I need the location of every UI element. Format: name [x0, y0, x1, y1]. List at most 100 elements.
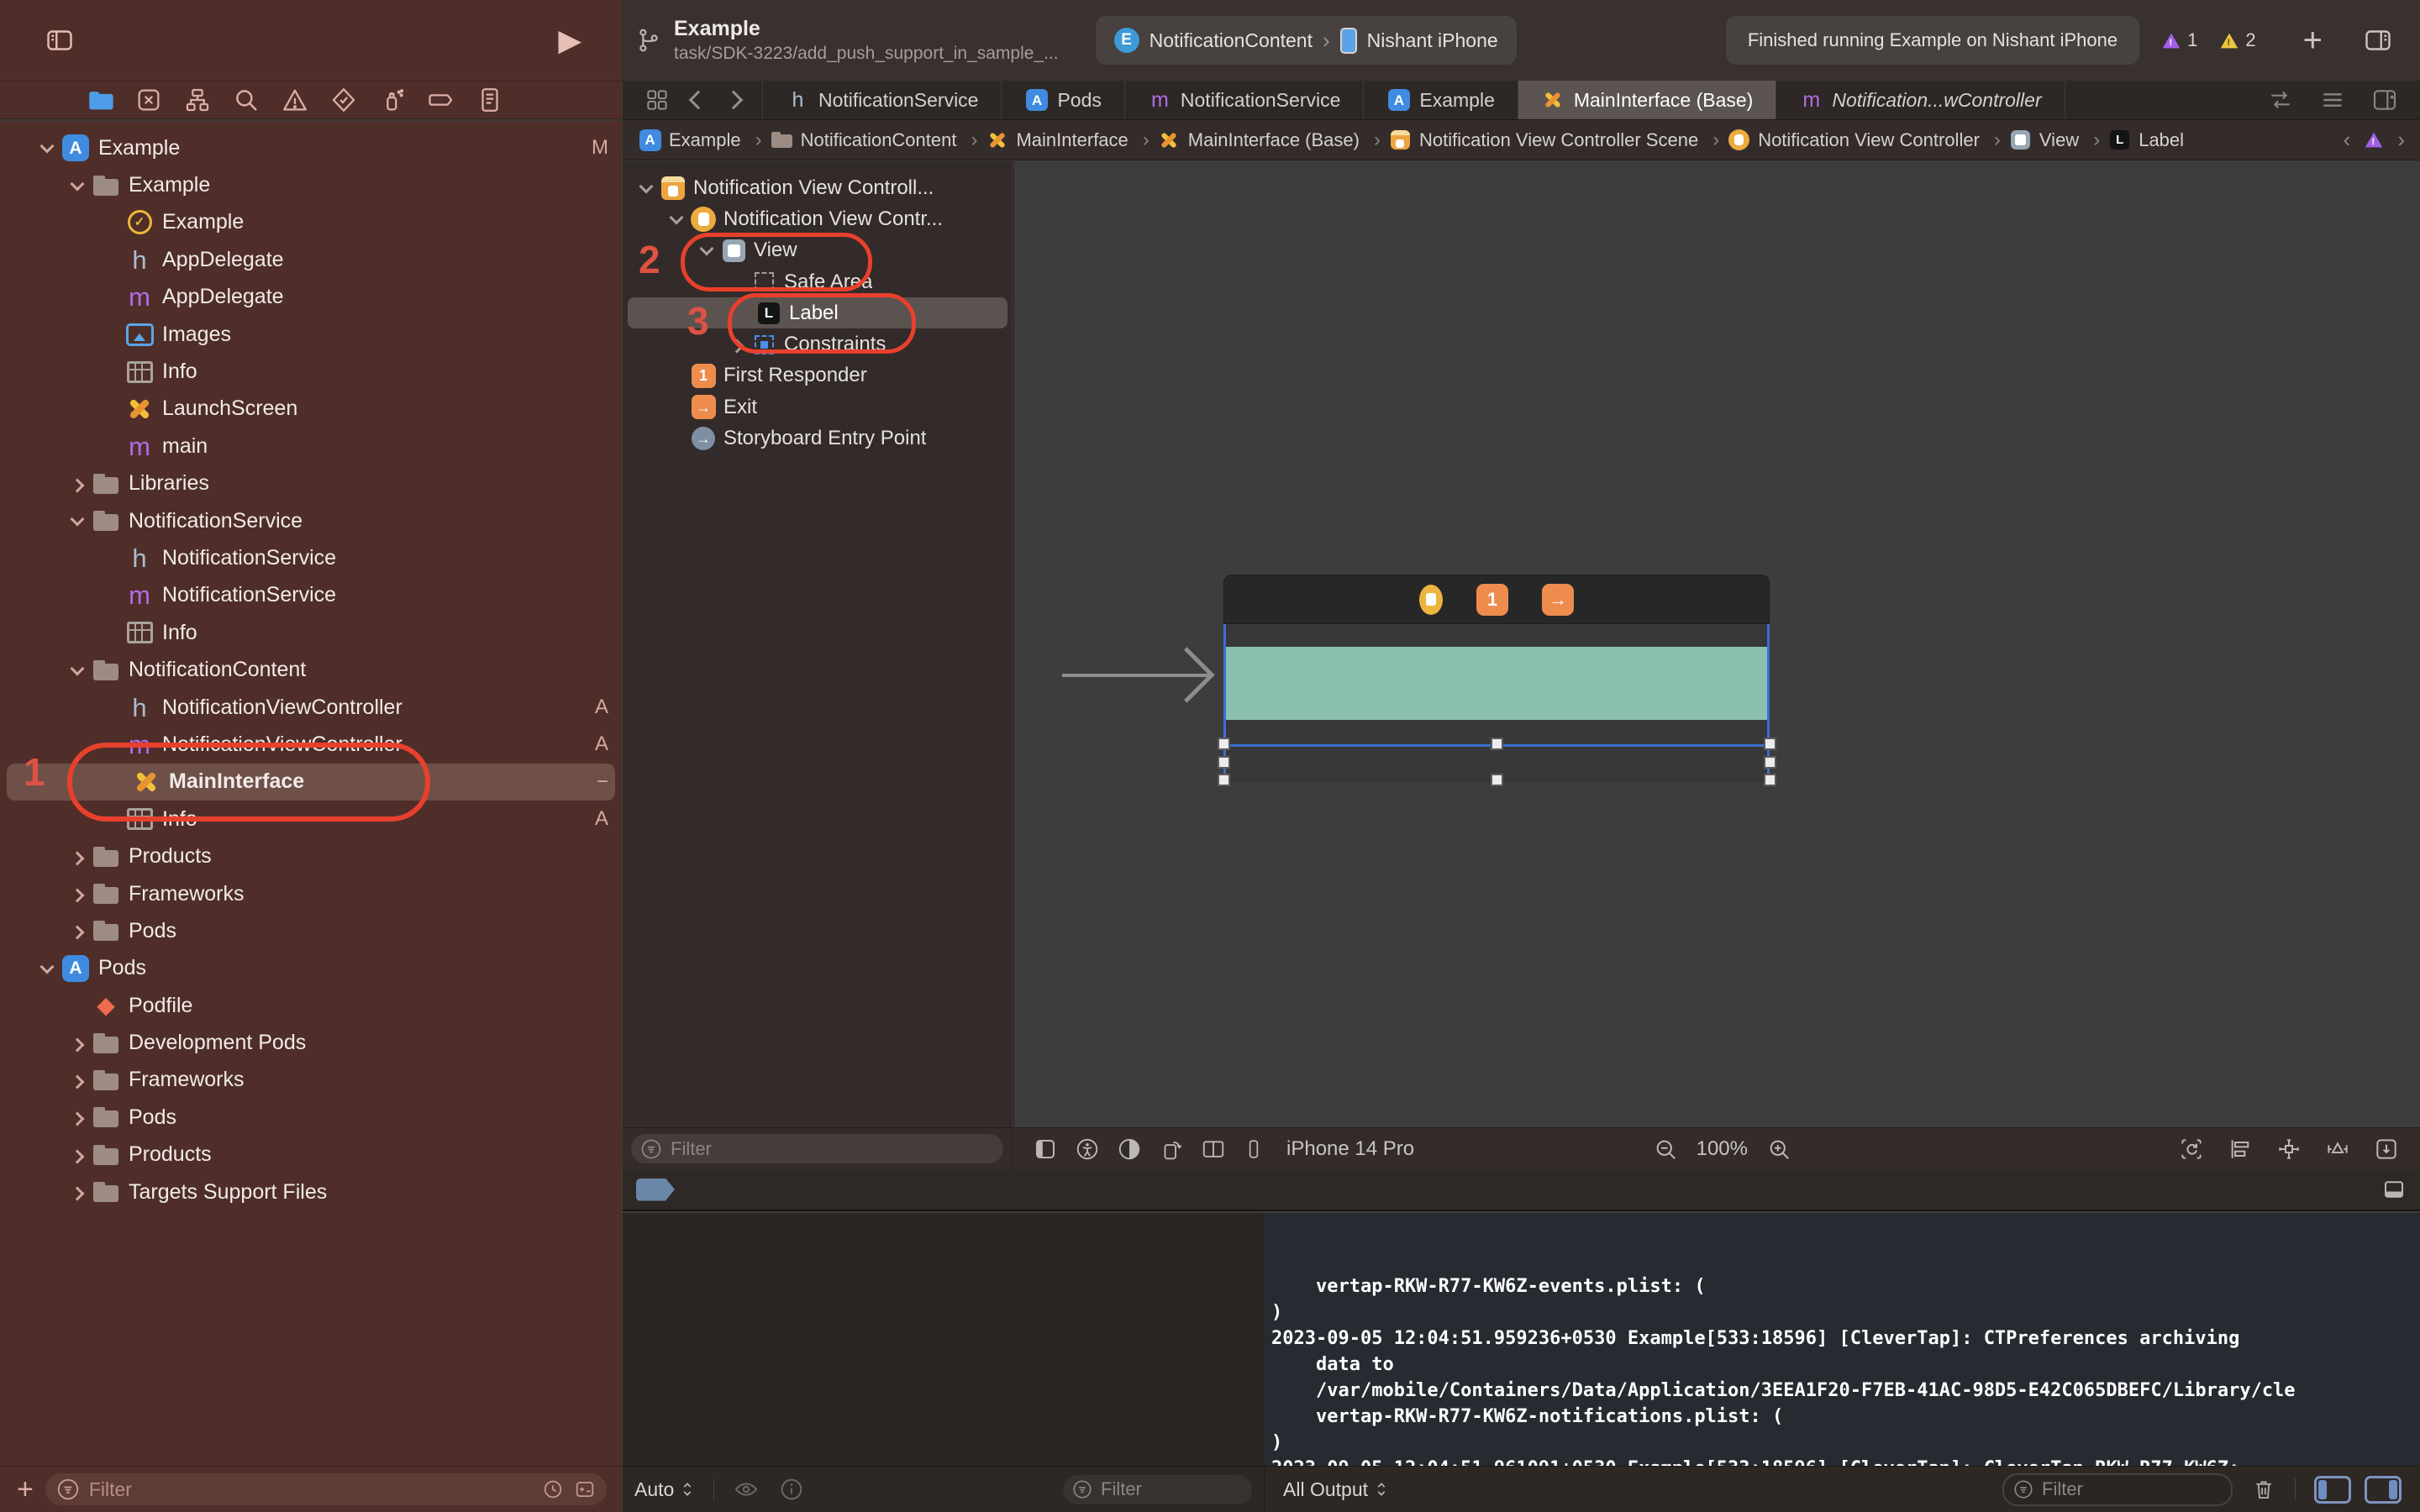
- disclosure-chevron-icon[interactable]: [99, 695, 124, 720]
- disclosure-chevron-icon[interactable]: [99, 545, 124, 570]
- editor-options-icon[interactable]: [2319, 87, 2346, 113]
- breadcrumb-item[interactable]: Label: [2107, 128, 2184, 152]
- zoom-out-icon[interactable]: [1653, 1137, 1678, 1162]
- disclosure-chevron-icon[interactable]: [99, 583, 124, 608]
- resize-handle[interactable]: [1764, 738, 1776, 750]
- zoom-level[interactable]: 100%: [1697, 1137, 1748, 1161]
- device-name[interactable]: iPhone 14 Pro: [1286, 1137, 1414, 1161]
- disclosure-chevron-icon[interactable]: [99, 247, 124, 272]
- disclosure-chevron-icon[interactable]: [35, 135, 60, 160]
- view-controller-dock-icon[interactable]: [1419, 585, 1443, 615]
- breadcrumb-item[interactable]: MainInterface (Base): [1157, 128, 1388, 152]
- find-navigator-icon[interactable]: [232, 86, 260, 114]
- device-orientation-icon[interactable]: [1159, 1137, 1184, 1162]
- console-filter-field[interactable]: Filter: [2002, 1473, 2233, 1506]
- disclosure-chevron-icon[interactable]: [66, 881, 91, 906]
- debug-navigator-icon[interactable]: [378, 86, 407, 114]
- variables-scope-selector[interactable]: Auto: [634, 1478, 695, 1501]
- breadcrumb-item[interactable]: Notification View Controller Scene: [1388, 128, 1727, 152]
- navigator-filter-field[interactable]: Filter: [45, 1473, 607, 1505]
- editor-tab[interactable]: Notification...wController: [1776, 81, 2065, 119]
- sidebar-file-row[interactable]: Libraries: [0, 465, 622, 502]
- disclosure-chevron-icon[interactable]: [66, 844, 91, 869]
- sidebar-file-row[interactable]: Pods: [0, 912, 622, 949]
- embed-icon[interactable]: [2373, 1136, 2400, 1163]
- sidebar-file-row[interactable]: Example: [0, 204, 622, 241]
- sidebar-file-row[interactable]: Info: [0, 353, 622, 390]
- disclosure-chevron-icon[interactable]: [66, 471, 91, 496]
- zoom-in-icon[interactable]: [1766, 1137, 1791, 1162]
- outline-row[interactable]: View: [623, 235, 1013, 266]
- disclosure-chevron-icon[interactable]: [99, 620, 124, 645]
- align-icon[interactable]: [2227, 1136, 2254, 1163]
- sidebar-file-row[interactable]: AppDelegate: [0, 279, 622, 316]
- outline-row[interactable]: Storyboard Entry Point: [623, 423, 1013, 454]
- disclosure-chevron-icon[interactable]: [66, 1068, 91, 1093]
- outline-row[interactable]: Notification View Controll...: [623, 172, 1013, 203]
- issue-navigator-icon[interactable]: [281, 86, 309, 114]
- disclosure-chevron-icon[interactable]: [66, 1105, 91, 1130]
- console-output[interactable]: vertap-RKW-R77-KW6Z-events.plist: ()2023…: [1265, 1213, 2420, 1466]
- disclosure-chevron-icon[interactable]: [66, 1142, 91, 1168]
- breadcrumb-item[interactable]: View: [2008, 128, 2107, 152]
- issue-triangle-icon[interactable]: [2365, 133, 2382, 148]
- resize-handle[interactable]: [1491, 738, 1503, 750]
- disclosure-chevron-icon[interactable]: [730, 301, 755, 326]
- disclosure-chevron-icon[interactable]: [66, 1031, 91, 1056]
- disclosure-chevron-icon[interactable]: [66, 1179, 91, 1205]
- sidebar-file-row[interactable]: MainInterface −: [7, 764, 615, 801]
- scheme-target[interactable]: NotificationContent: [1150, 29, 1313, 52]
- disclosure-chevron-icon[interactable]: [99, 732, 124, 757]
- sidebar-file-row[interactable]: AppDelegate: [0, 241, 622, 278]
- breakpoint-navigator-icon[interactable]: [427, 86, 455, 114]
- related-items-grid-icon[interactable]: [644, 87, 670, 113]
- outline-row[interactable]: Notification View Contr...: [623, 203, 1013, 234]
- add-file-button[interactable]: +: [17, 1473, 34, 1506]
- disclosure-chevron-icon[interactable]: [99, 806, 124, 832]
- sidebar-file-row[interactable]: NotificationService: [0, 577, 622, 614]
- editor-tab[interactable]: Pods: [1002, 81, 1124, 119]
- sidebar-file-row[interactable]: NotificationViewController A: [0, 689, 622, 726]
- color-contrast-icon[interactable]: [1117, 1137, 1142, 1162]
- debug-session-tag[interactable]: [636, 1179, 675, 1201]
- add-constraints-icon[interactable]: [2275, 1136, 2302, 1163]
- accessibility-icon[interactable]: [1075, 1137, 1100, 1162]
- disclosure-chevron-icon[interactable]: [634, 176, 660, 201]
- outline-row[interactable]: Safe Area: [623, 266, 1013, 297]
- sidebar-file-row[interactable]: Frameworks: [0, 875, 622, 912]
- breadcrumb-item[interactable]: Notification View Controller: [1727, 128, 2008, 152]
- symbol-navigator-icon[interactable]: [183, 86, 212, 114]
- first-responder-dock-icon[interactable]: 1: [1476, 584, 1508, 616]
- next-issue-icon[interactable]: ›: [2397, 127, 2405, 153]
- split-view-icon[interactable]: [1201, 1137, 1226, 1162]
- disclosure-chevron-icon[interactable]: [99, 396, 124, 422]
- navigator-toggle-icon[interactable]: [40, 25, 79, 55]
- show-console-view-icon[interactable]: [2365, 1476, 2402, 1504]
- resize-handle[interactable]: [1764, 774, 1776, 786]
- console-layout-icon[interactable]: [2381, 1177, 2407, 1202]
- add-editor-icon[interactable]: [2371, 87, 2398, 113]
- disclosure-chevron-icon[interactable]: [695, 238, 720, 263]
- sidebar-file-row[interactable]: Podfile: [0, 987, 622, 1024]
- disclosure-chevron-icon[interactable]: [665, 363, 690, 388]
- outline-toggle-icon[interactable]: [1033, 1137, 1058, 1162]
- source-control-navigator-icon[interactable]: [134, 86, 163, 114]
- sidebar-file-row[interactable]: Info: [0, 614, 622, 651]
- sidebar-file-row[interactable]: Development Pods: [0, 1024, 622, 1061]
- disclosure-chevron-icon[interactable]: [665, 395, 690, 420]
- sidebar-file-row[interactable]: Images: [0, 316, 622, 353]
- exit-dock-icon[interactable]: →: [1542, 584, 1574, 616]
- report-navigator-icon[interactable]: [476, 86, 504, 114]
- resolve-autolayout-icon[interactable]: [2324, 1136, 2351, 1163]
- sidebar-file-row[interactable]: Products: [0, 837, 622, 874]
- variables-filter-field[interactable]: Filter: [1063, 1475, 1252, 1504]
- disclosure-chevron-icon[interactable]: [66, 658, 91, 683]
- sidebar-file-row[interactable]: NotificationService: [0, 502, 622, 539]
- update-frames-icon[interactable]: [2178, 1136, 2205, 1163]
- clear-console-trash-icon[interactable]: [2251, 1477, 2276, 1502]
- disclosure-chevron-icon[interactable]: [665, 207, 690, 232]
- watch-eye-icon[interactable]: [733, 1476, 760, 1503]
- interface-builder-canvas[interactable]: 1 →: [1013, 161, 2420, 1127]
- disclosure-chevron-icon[interactable]: [66, 993, 91, 1018]
- outline-row[interactable]: Constraints: [623, 328, 1013, 360]
